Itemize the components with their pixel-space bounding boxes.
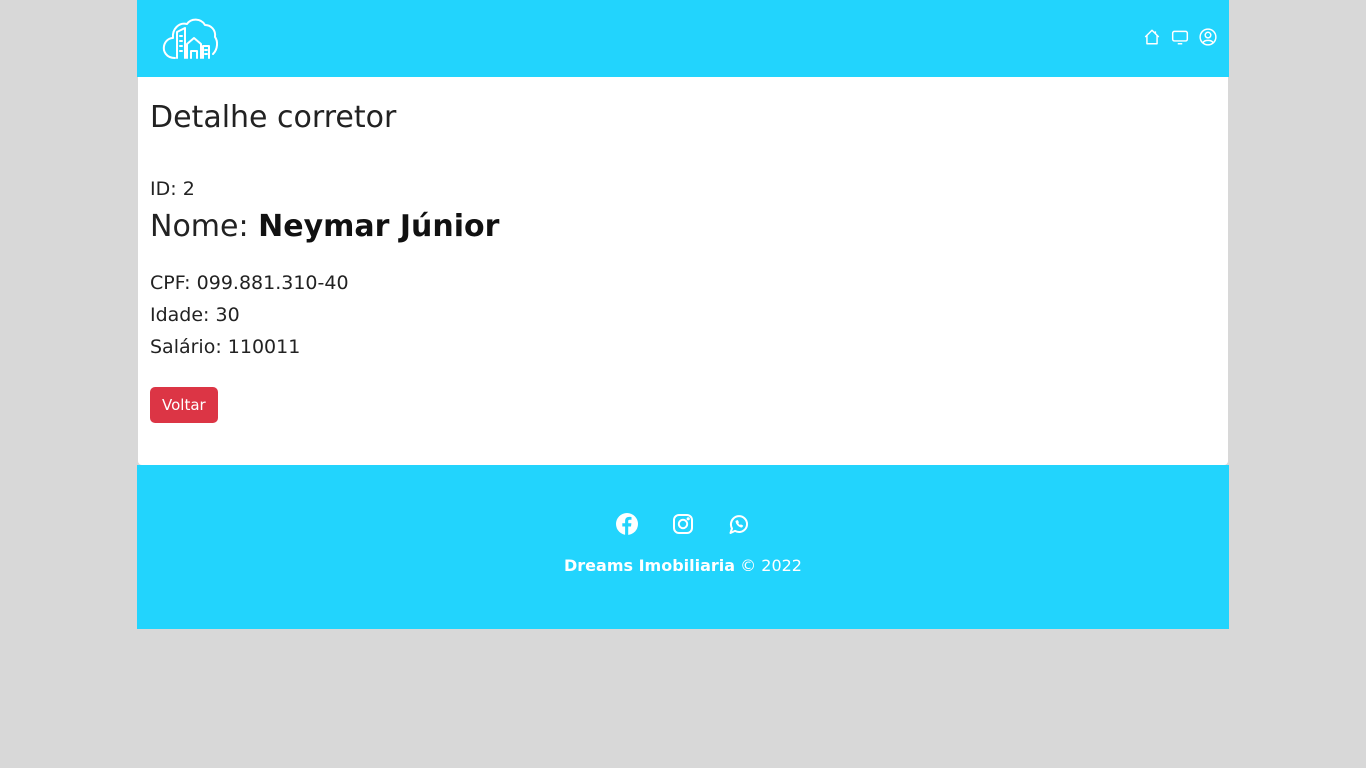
name-line: Nome: Neymar Júnior [150, 207, 1216, 247]
social-links [137, 465, 1229, 536]
back-button[interactable]: Voltar [150, 387, 218, 423]
id-label: ID: [150, 178, 177, 200]
home-icon[interactable] [1143, 28, 1161, 46]
page-title: Detalhe corretor [150, 100, 397, 135]
cpf-value: 099.881.310-40 [196, 272, 349, 294]
whatsapp-icon[interactable] [727, 512, 751, 536]
footer: Dreams Imobiliaria © 2022 [137, 465, 1229, 629]
salary-label: Salário: [150, 336, 222, 358]
monitor-icon[interactable] [1171, 28, 1189, 46]
footer-copyright: © 2022 [740, 556, 802, 575]
footer-brand: Dreams Imobiliaria [564, 556, 736, 575]
instagram-icon[interactable] [671, 512, 695, 536]
cpf-label: CPF: [150, 272, 191, 294]
navbar [137, 0, 1229, 77]
age-value: 30 [215, 304, 240, 326]
nav-icons [1143, 28, 1217, 46]
detail-card: Detalhe corretor ID: 2 Nome: Neymar Júni… [138, 77, 1228, 465]
age-label: Idade: [150, 304, 210, 326]
name-value: Neymar Júnior [258, 209, 500, 244]
id-line: ID: 2 [150, 175, 1216, 203]
cpf-line: CPF: 099.881.310-40 [150, 267, 1216, 299]
page: Detalhe corretor ID: 2 Nome: Neymar Júni… [137, 0, 1229, 629]
info-block: CPF: 099.881.310-40 Idade: 30 Salário: 1… [150, 267, 1216, 363]
facebook-icon[interactable] [615, 512, 639, 536]
user-icon[interactable] [1199, 28, 1217, 46]
age-line: Idade: 30 [150, 299, 1216, 331]
name-label: Nome: [150, 209, 249, 244]
copyright: Dreams Imobiliaria © 2022 [137, 556, 1229, 575]
logo-icon[interactable] [161, 16, 219, 62]
salary-value: 110011 [227, 336, 301, 358]
id-value: 2 [182, 178, 195, 200]
salary-line: Salário: 110011 [150, 331, 1216, 363]
